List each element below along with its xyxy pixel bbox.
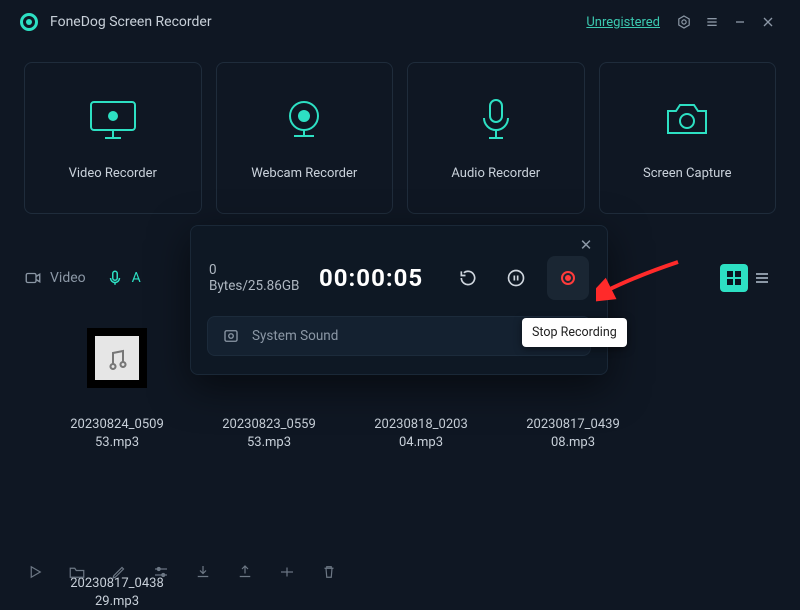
speaker-icon <box>222 327 240 345</box>
file-name: 20230824_050953.mp3 <box>70 416 164 451</box>
recording-timer: 00:00:05 <box>319 264 423 292</box>
recording-size-text: 0 Bytes/25.86GB <box>209 262 305 294</box>
library-tab-video-label: Video <box>50 270 86 286</box>
audio-thumb-icon <box>87 328 147 388</box>
bottom-toolbar <box>24 553 776 591</box>
stop-recording-button[interactable] <box>547 256 589 300</box>
library-tab-audio[interactable]: A <box>106 269 141 287</box>
app-logo-icon <box>20 13 38 31</box>
import-button[interactable] <box>194 563 212 581</box>
file-name: 20230823_055953.mp3 <box>222 416 316 451</box>
open-folder-button[interactable] <box>68 563 86 581</box>
menu-icon[interactable] <box>698 8 726 36</box>
list-item[interactable]: 20230824_050953.mp3 <box>48 306 186 451</box>
card-audio-recorder[interactable]: Audio Recorder <box>407 62 585 214</box>
pause-button[interactable] <box>499 260 533 296</box>
settings-gear-icon[interactable] <box>670 8 698 36</box>
view-list-button[interactable] <box>748 264 776 292</box>
close-button[interactable] <box>754 8 782 36</box>
app-title: FoneDog Screen Recorder <box>50 14 212 30</box>
minimize-button[interactable] <box>726 8 754 36</box>
microphone-icon <box>476 96 516 144</box>
file-name: 20230817_043908.mp3 <box>526 416 620 451</box>
delete-button[interactable] <box>320 563 338 581</box>
library-tab-video[interactable]: Video <box>24 269 86 287</box>
card-video-label: Video Recorder <box>69 166 157 181</box>
unregistered-link[interactable]: Unregistered <box>586 15 660 30</box>
audio-source-label: System Sound <box>252 328 550 344</box>
export-button[interactable] <box>236 563 254 581</box>
play-button[interactable] <box>26 563 44 581</box>
restart-button[interactable] <box>451 260 485 296</box>
card-screen-capture[interactable]: Screen Capture <box>599 62 777 214</box>
recording-popup: ✕ 0 Bytes/25.86GB 00:00:05 System Sound <box>190 225 608 375</box>
trim-button[interactable] <box>278 563 296 581</box>
popup-close-button[interactable]: ✕ <box>575 234 597 256</box>
monitor-icon <box>87 96 139 144</box>
library-tab-audio-label: A <box>132 270 141 286</box>
view-grid-button[interactable] <box>720 264 748 292</box>
mode-cards: Video Recorder Webcam Recorder Audio Rec… <box>0 44 800 214</box>
rename-button[interactable] <box>110 563 128 581</box>
card-capture-label: Screen Capture <box>643 166 731 181</box>
card-webcam-label: Webcam Recorder <box>251 166 357 181</box>
card-video-recorder[interactable]: Video Recorder <box>24 62 202 214</box>
card-audio-label: Audio Recorder <box>451 166 540 181</box>
record-icon <box>561 271 575 285</box>
camera-icon <box>662 96 712 144</box>
card-webcam-recorder[interactable]: Webcam Recorder <box>216 62 394 214</box>
adjust-button[interactable] <box>152 563 170 581</box>
file-name: 20230818_020304.mp3 <box>374 416 468 451</box>
webcam-icon <box>280 96 328 144</box>
stop-recording-tooltip: Stop Recording <box>522 318 627 347</box>
titlebar: FoneDog Screen Recorder Unregistered <box>0 0 800 44</box>
